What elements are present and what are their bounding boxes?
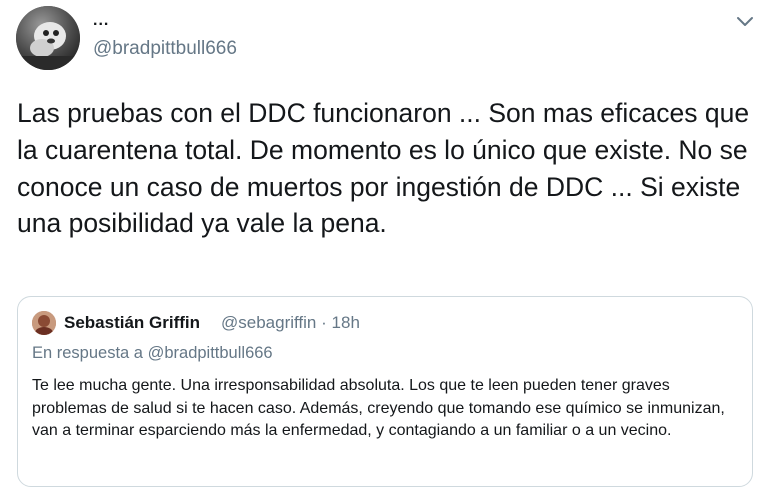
chevron-down-icon[interactable] xyxy=(734,10,756,32)
reply-context: En respuesta a @bradpittbull666 xyxy=(32,344,273,363)
user-handle[interactable]: @bradpittbull666 xyxy=(93,38,237,60)
tweet-card: ... @bradpittbull666 Las pruebas con el … xyxy=(0,0,767,500)
quoted-timestamp[interactable]: 18h xyxy=(332,313,360,332)
quoted-meta: @sebagriffin · 18h xyxy=(221,313,360,333)
quoted-tweet[interactable]: Sebastián Griffin @sebagriffin · 18h En … xyxy=(17,296,753,487)
quoted-tweet-text: Te lee mucha gente. Una irresponsabilida… xyxy=(32,377,725,439)
meta-separator: · xyxy=(321,313,327,332)
quoted-user-avatar[interactable] xyxy=(32,311,56,335)
tweet-text: Las pruebas con el DDC funcionaron ... S… xyxy=(17,98,750,239)
reply-prefix: En respuesta a xyxy=(32,344,143,362)
quoted-handle[interactable]: @sebagriffin xyxy=(221,313,316,332)
display-name[interactable]: ... xyxy=(93,12,109,30)
quoted-avatar-photo-icon xyxy=(32,311,56,335)
user-avatar[interactable] xyxy=(16,6,80,70)
avatar-photo-icon xyxy=(16,6,80,70)
quoted-display-name[interactable]: Sebastián Griffin xyxy=(64,313,200,333)
reply-handle-link[interactable]: @bradpittbull666 xyxy=(148,344,273,362)
